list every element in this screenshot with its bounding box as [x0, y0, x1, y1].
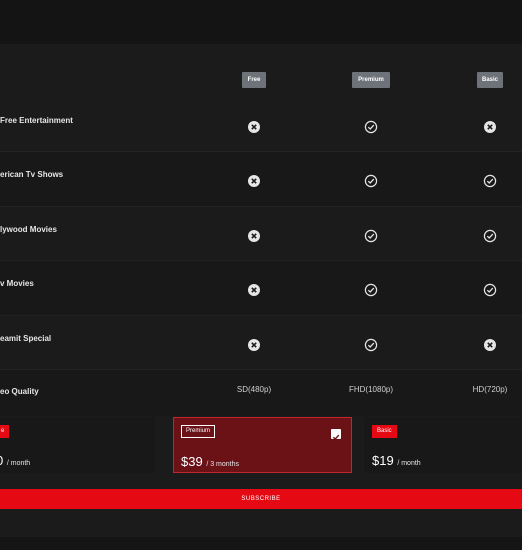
feature-label: v Movies: [0, 279, 34, 289]
quality-basic: HD(720p): [472, 385, 508, 394]
x-circle-icon: [247, 229, 261, 243]
check-circle-icon: [364, 174, 378, 188]
x-circle-icon: [483, 338, 497, 352]
quality-free: SD(480p): [236, 385, 272, 394]
check-circle-icon: [483, 283, 497, 297]
top-bar: [0, 0, 522, 44]
card-price: 0 / month: [0, 453, 30, 468]
feature-label: erican Tv Shows: [0, 170, 64, 180]
x-circle-icon: [247, 283, 261, 297]
feature-row: [0, 207, 522, 261]
card-price-value: $39: [181, 454, 203, 469]
feature-row: [0, 316, 522, 370]
plan-card-premium[interactable]: Premium $39 / 3 months: [173, 417, 352, 473]
card-price-period: / month: [6, 460, 31, 467]
bottom-bar: [0, 537, 522, 550]
card-tag: e: [0, 425, 10, 438]
check-circle-icon: [364, 283, 378, 297]
check-circle-icon: [364, 338, 378, 352]
x-circle-icon: [247, 174, 261, 188]
card-price: $19 / month: [372, 453, 421, 468]
x-circle-icon: [483, 120, 497, 134]
card-price-period: / 3 months: [206, 461, 240, 468]
check-circle-icon: [364, 120, 378, 134]
card-tag: Basic: [372, 425, 397, 438]
plan-badge-free: Free: [242, 72, 266, 88]
check-circle-icon: [364, 229, 378, 243]
card-tag: Premium: [181, 425, 216, 438]
check-circle-icon: [483, 229, 497, 243]
quality-premium: FHD(1080p): [348, 385, 393, 394]
card-price-value: $19: [372, 453, 394, 468]
feature-label: Free Entertainment: [0, 116, 73, 125]
plan-card-basic[interactable]: Basic $19 / month: [364, 417, 522, 473]
check-icon: [331, 429, 341, 440]
feature-row: [0, 98, 522, 152]
plan-card-free[interactable]: e 0 / month: [0, 417, 155, 473]
card-price-period: / month: [397, 460, 421, 467]
feature-label: eamit Special: [0, 333, 52, 343]
plan-badge-basic: Basic: [477, 72, 503, 88]
card-price-value: 0: [0, 453, 3, 468]
check-circle-icon: [483, 174, 497, 188]
feature-row: [0, 152, 522, 207]
quality-label: eo Quality: [0, 387, 39, 396]
plan-badge-premium: Premium: [352, 72, 390, 88]
x-circle-icon: [247, 338, 261, 352]
feature-row: [0, 261, 522, 316]
card-price: $39 / 3 months: [181, 454, 239, 469]
feature-label: lywood Movies: [0, 224, 57, 234]
subscribe-button[interactable]: SUBSCRIBE: [0, 489, 522, 509]
x-circle-icon: [247, 120, 261, 134]
